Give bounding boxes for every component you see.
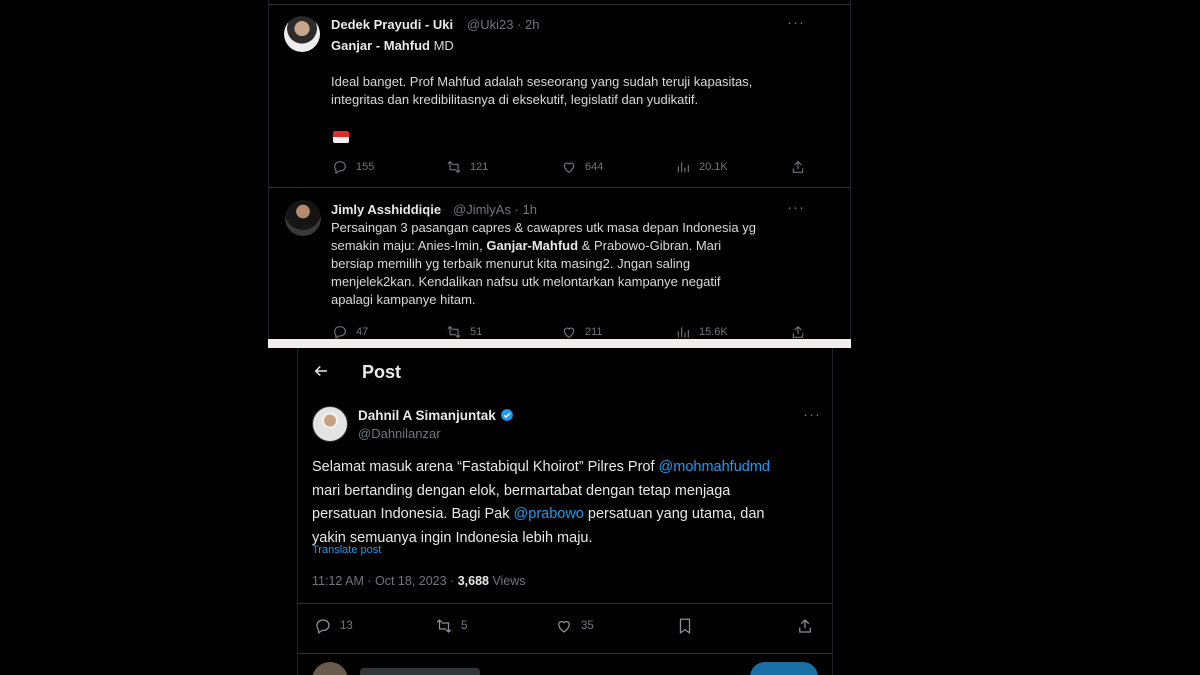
views-button[interactable]: 20.1K <box>675 159 728 175</box>
post-timestamp: 11:12 AM · Oct 18, 2023 · 3,688 Views <box>312 574 526 588</box>
share-icon <box>792 325 804 338</box>
like-button[interactable]: 35 <box>555 617 594 635</box>
author-handle: @JimlyAs · 1h <box>453 202 538 217</box>
tweet-text: Ganjar - Mahfud MD <box>331 38 454 53</box>
like-count: 644 <box>585 161 604 173</box>
repost-button[interactable]: 5 <box>435 617 467 635</box>
repost-count: 51 <box>470 326 483 338</box>
author-name[interactable]: Jimly Asshiddiqie <box>331 202 441 217</box>
repost-button[interactable]: 121 <box>446 159 488 175</box>
views-button[interactable]: 15.6K <box>675 324 728 340</box>
top-screenshot-panel: Dedek Prayudi - Uki @Uki23 · 2h ··· Ganj… <box>268 0 851 347</box>
reply-icon <box>334 161 346 175</box>
reply-icon <box>316 619 330 634</box>
reply-count: 155 <box>356 161 375 173</box>
views-count: 15.6K <box>699 326 728 338</box>
repost-button[interactable]: 51 <box>446 324 482 340</box>
author-handle[interactable]: @Dahnilanzar <box>358 426 441 441</box>
reply-button[interactable]: 155 <box>332 159 374 175</box>
divider <box>269 4 850 5</box>
bookmark-icon <box>679 618 691 634</box>
reply-icon <box>334 326 346 340</box>
reply-button[interactable]: 13 <box>314 617 353 635</box>
share-button[interactable] <box>790 159 806 175</box>
avatar[interactable] <box>312 406 348 442</box>
reply-count: 47 <box>356 326 369 338</box>
share-icon <box>799 619 811 633</box>
repost-icon <box>436 619 452 633</box>
share-button[interactable] <box>790 324 806 340</box>
author-name[interactable]: Dedek Prayudi - Uki <box>331 17 453 32</box>
more-options-icon[interactable]: ··· <box>803 406 821 423</box>
reply-input[interactable] <box>360 668 480 675</box>
avatar <box>312 662 348 675</box>
heart-icon <box>563 162 575 174</box>
views-chart-icon <box>677 162 689 173</box>
bookmark-button[interactable] <box>676 617 694 635</box>
mention-link[interactable]: @mohmahfudmd <box>659 459 770 475</box>
like-count: 211 <box>585 326 603 338</box>
reply-button[interactable]: 47 <box>332 324 368 340</box>
more-options-icon[interactable]: ··· <box>787 14 805 31</box>
indonesia-flag-icon <box>333 131 349 143</box>
divider <box>298 603 832 604</box>
verified-badge-icon <box>500 409 513 421</box>
post-text: Selamat masuk arena “Fastabiqul Khoirot”… <box>312 459 770 546</box>
avatar[interactable] <box>285 200 321 236</box>
author-handle: @Uki23 · 2h <box>467 17 540 32</box>
share-icon <box>792 160 804 173</box>
share-button[interactable] <box>796 617 814 635</box>
screenshot-separator <box>268 339 851 348</box>
like-button[interactable]: 644 <box>561 159 603 175</box>
tweet-body: Ideal banget. Prof Mahfud adalah seseora… <box>331 74 753 107</box>
post-detail-panel: Post Dahnil A Simanjuntak @Dahnilanzar ·… <box>297 348 833 675</box>
like-button[interactable]: 211 <box>561 324 603 340</box>
views-chart-icon <box>677 327 689 338</box>
repost-icon <box>447 160 461 174</box>
reply-submit-button[interactable] <box>750 662 818 675</box>
back-arrow-icon[interactable] <box>312 362 330 380</box>
repost-count: 5 <box>461 620 468 632</box>
heart-icon <box>563 327 575 339</box>
more-options-icon[interactable]: ··· <box>787 199 805 216</box>
page-title: Post <box>362 362 402 382</box>
translate-post-link[interactable]: Translate post <box>312 544 381 556</box>
divider <box>269 187 850 188</box>
views-count: 20.1K <box>699 161 728 173</box>
like-count: 35 <box>581 620 594 632</box>
tweet-body: Persaingan 3 pasangan capres & cawapres … <box>331 220 756 307</box>
repost-count: 121 <box>470 161 489 173</box>
reply-count: 13 <box>340 620 353 632</box>
mention-link[interactable]: @prabowo <box>514 506 584 522</box>
divider <box>298 653 832 654</box>
repost-icon <box>447 325 461 339</box>
author-name[interactable]: Dahnil A Simanjuntak <box>358 408 514 423</box>
heart-icon <box>558 620 570 633</box>
avatar[interactable] <box>284 16 320 52</box>
